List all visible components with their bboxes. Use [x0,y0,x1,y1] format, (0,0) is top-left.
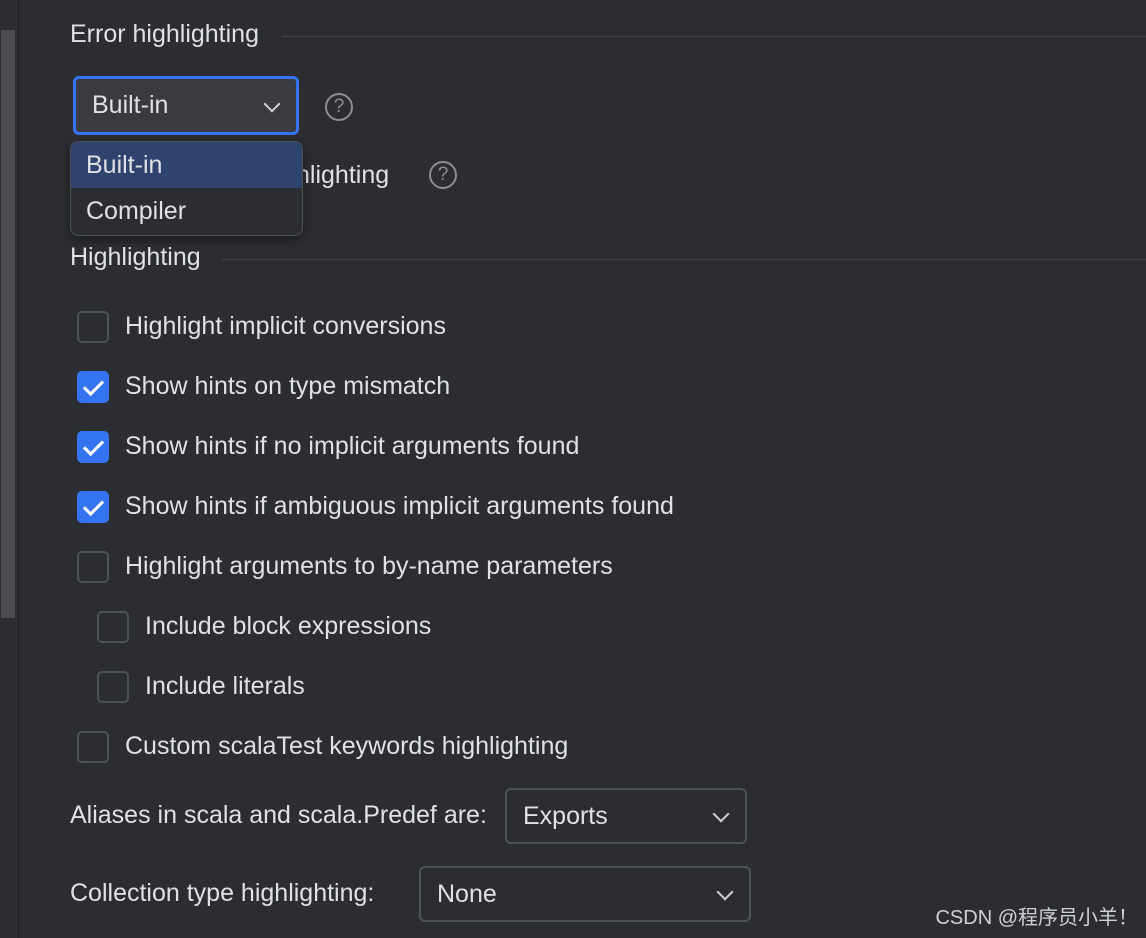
scrollbar-thumb[interactable] [1,30,15,618]
partially-hidden-label: hlighting [296,161,390,189]
aliases-label: Aliases in scala and scala.Predef are: [70,801,487,829]
collection-combo-value: None [437,879,497,908]
watermark: CSDN @程序员小羊！ [935,907,1138,929]
show-hints-no-implicit-args-label[interactable]: Show hints if no implicit arguments foun… [125,432,579,461]
show-hints-ambiguous-implicit-args-checkbox[interactable] [77,491,109,523]
scrollbar-track[interactable] [0,0,19,938]
aliases-combo-value: Exports [523,801,608,830]
show-hints-no-implicit-args-checkbox[interactable] [77,431,109,463]
error-highlighting-combo[interactable]: Built-in [73,76,299,135]
popup-option-built-in[interactable]: Built-in [71,142,302,188]
popup-option-compiler[interactable]: Compiler [71,188,302,234]
error-highlighting-combo-value: Built-in [92,91,169,119]
highlight-by-name-params-checkbox[interactable] [77,551,109,583]
highlight-implicit-conversions-checkbox[interactable] [77,311,109,343]
highlighting-title: Highlighting [70,243,201,271]
help-icon-2[interactable]: ? [429,161,457,189]
error-highlighting-divider [282,36,1146,37]
show-hints-type-mismatch-checkbox[interactable] [77,371,109,403]
error-highlighting-title: Error highlighting [70,20,259,48]
highlight-implicit-conversions-label[interactable]: Highlight implicit conversions [125,312,446,341]
error-highlighting-popup: Built-in Compiler [70,141,303,236]
include-literals-checkbox[interactable] [97,671,129,703]
chevron-down-icon [263,95,281,112]
highlight-by-name-params-label[interactable]: Highlight arguments to by-name parameter… [125,552,613,581]
show-hints-ambiguous-implicit-args-label[interactable]: Show hints if ambiguous implicit argumen… [125,492,674,521]
chevron-down-icon [712,805,730,823]
include-literals-label[interactable]: Include literals [145,672,305,701]
custom-scalatest-keywords-checkbox[interactable] [77,731,109,763]
collection-label: Collection type highlighting: [70,879,375,907]
include-block-expressions-label[interactable]: Include block expressions [145,612,431,641]
collection-combo[interactable]: None [419,866,751,922]
chevron-down-icon [716,883,734,901]
include-block-expressions-checkbox[interactable] [97,611,129,643]
help-icon[interactable]: ? [325,93,353,121]
highlighting-divider [222,259,1146,260]
show-hints-type-mismatch-label[interactable]: Show hints on type mismatch [125,372,450,401]
aliases-combo[interactable]: Exports [505,788,747,844]
custom-scalatest-keywords-label[interactable]: Custom scalaTest keywords highlighting [125,732,568,761]
